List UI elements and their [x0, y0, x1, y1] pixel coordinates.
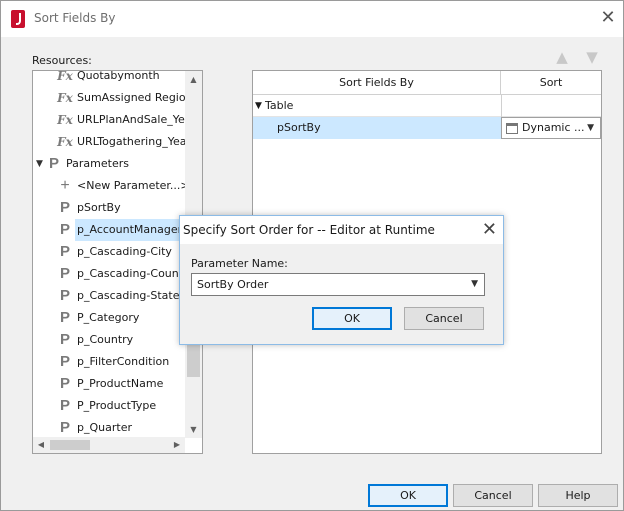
resources-tree[interactable]: Fx Quotabymonth Fx SumAssigned Region Fx URLP…	[32, 70, 203, 454]
formula-icon: Fx	[57, 113, 73, 127]
tree-item-label: P_ProductName	[77, 377, 164, 390]
tree-item[interactable]: Fx Quotabymonth	[33, 70, 185, 87]
dialog-cancel-button[interactable]: Cancel	[404, 307, 484, 330]
sort-field-row[interactable]: pSortBy Dynamic ... ▼	[253, 117, 601, 139]
table-group-row[interactable]: ▼ Table	[253, 95, 601, 117]
resources-label: Resources:	[32, 54, 92, 67]
parameter-icon: P	[59, 375, 70, 392]
app-logo-icon	[11, 10, 25, 28]
scroll-left-icon[interactable]: ◀	[33, 437, 49, 453]
cancel-button[interactable]: Cancel	[453, 484, 533, 507]
chevron-down-icon[interactable]: ▼	[471, 274, 478, 295]
tree-item-label: Parameters	[66, 157, 129, 170]
sort-field-label: pSortBy	[277, 121, 321, 134]
column-header-sort[interactable]: Sort	[501, 71, 601, 95]
expand-icon[interactable]: ▼	[36, 153, 43, 175]
tree-item[interactable]: P P_Category	[33, 307, 185, 329]
plus-icon: +	[60, 177, 70, 194]
tree-item[interactable]: Pp_Cascading-City	[33, 241, 185, 263]
table-group-label: Table	[265, 99, 294, 112]
tree-item-label: p_Cascading-City	[77, 245, 172, 258]
tree-item-label: <New Parameter...>	[77, 179, 190, 192]
parameter-icon: P	[59, 331, 70, 348]
formula-icon: Fx	[57, 91, 73, 105]
parameter-icon: P	[59, 243, 70, 260]
close-icon[interactable]: ✕	[597, 7, 619, 29]
column-divider	[501, 95, 502, 117]
formula-icon: Fx	[57, 70, 73, 83]
tree-item-label: p_Cascading-Country	[77, 267, 195, 280]
parameter-icon: P	[59, 221, 70, 238]
dialog-ok-button[interactable]: OK	[312, 307, 392, 330]
tree-item[interactable]: Pp_Country	[33, 329, 185, 351]
tree-item-label: SumAssigned Region	[77, 91, 193, 104]
formula-icon: Fx	[57, 135, 73, 149]
scroll-down-icon[interactable]: ▼	[185, 421, 202, 438]
chevron-down-icon[interactable]: ▼	[587, 118, 594, 138]
tree-item-label: Quotabymonth	[77, 70, 160, 82]
scroll-thumb[interactable]	[50, 440, 90, 450]
tree-folder-parameters[interactable]: ▼ P Parameters	[33, 153, 185, 175]
dialog-title: Specify Sort Order for -- Editor at Runt…	[183, 223, 435, 237]
dialog-close-icon[interactable]: ✕	[482, 219, 497, 241]
parameter-icon: P	[59, 265, 70, 282]
tree-item[interactable]: Fx SumAssigned Region	[33, 87, 192, 109]
tree-item-label: p_Country	[77, 333, 134, 346]
expand-icon[interactable]: ▼	[255, 95, 262, 117]
tree-item[interactable]: Pp_Cascading-State	[33, 285, 185, 307]
tree-item[interactable]: Pp_Quarter	[33, 417, 185, 439]
column-header-sort-fields-by[interactable]: Sort Fields By	[253, 71, 501, 95]
move-up-icon[interactable]: ▲	[553, 48, 571, 66]
tree-item-label: p_FilterCondition	[77, 355, 170, 368]
resources-horizontal-scrollbar[interactable]: ◀ ▶	[33, 437, 185, 453]
sort-fields-by-window: Sort Fields By ✕ Resources: ▲ ▼ Fx Quotab…	[0, 0, 624, 511]
parameter-icon: P	[59, 353, 70, 370]
parameter-name-value: SortBy Order	[197, 278, 269, 291]
parameter-icon: P	[59, 199, 70, 216]
parameter-icon: P	[48, 155, 59, 172]
tree-item[interactable]: Pp_FilterCondition	[33, 351, 185, 373]
scroll-up-icon[interactable]: ▲	[185, 71, 202, 88]
tree-item-label: p_Quarter	[77, 421, 132, 434]
tree-item[interactable]: + <New Parameter...>	[33, 175, 189, 197]
tree-item[interactable]: P P_ProductType	[33, 395, 185, 417]
parameter-icon: P	[59, 309, 70, 326]
sort-order-dropdown[interactable]: Dynamic ... ▼	[501, 117, 601, 139]
tree-item[interactable]: Fx URLPlanAndSale_Year	[33, 109, 196, 131]
tree-item-label: pSortBy	[77, 201, 121, 214]
parameter-icon: P	[59, 287, 70, 304]
parameter-name-label: Parameter Name:	[191, 257, 288, 270]
sort-order-value: Dynamic ...	[522, 121, 585, 134]
dialog-title-bar: Specify Sort Order for -- Editor at Runt…	[180, 216, 503, 244]
help-button[interactable]: Help	[538, 484, 618, 507]
scroll-right-icon[interactable]: ▶	[169, 437, 185, 453]
dynamic-sort-icon	[506, 123, 518, 134]
tree-item-label: P_Category	[77, 311, 140, 324]
parameter-name-dropdown[interactable]: SortBy Order ▼	[191, 273, 485, 296]
tree-item[interactable]: P P_ProductName	[33, 373, 185, 395]
tree-item-label: p_Cascading-State	[77, 289, 180, 302]
grid-header: Sort Fields By Sort	[253, 71, 601, 95]
specify-sort-order-dialog: Specify Sort Order for -- Editor at Runt…	[179, 215, 504, 345]
move-down-icon[interactable]: ▼	[583, 48, 601, 66]
tree-item-label: P_ProductType	[77, 399, 157, 412]
parameter-icon: P	[59, 419, 70, 436]
tree-item[interactable]: Fx URLTogathering_Year	[33, 131, 191, 153]
ok-button[interactable]: OK	[368, 484, 448, 507]
tree-item-label: URLPlanAndSale_Year	[77, 113, 197, 126]
parameter-icon: P	[59, 397, 70, 414]
title-bar: Sort Fields By ✕	[1, 1, 623, 37]
tree-item[interactable]: Pp_AccountManagerName	[33, 219, 202, 241]
tree-item-label: URLTogathering_Year	[77, 135, 191, 148]
tree-item[interactable]: PpSortBy	[33, 197, 185, 219]
tree-item[interactable]: Pp_Cascading-Country	[33, 263, 194, 285]
window-title: Sort Fields By	[34, 11, 116, 25]
